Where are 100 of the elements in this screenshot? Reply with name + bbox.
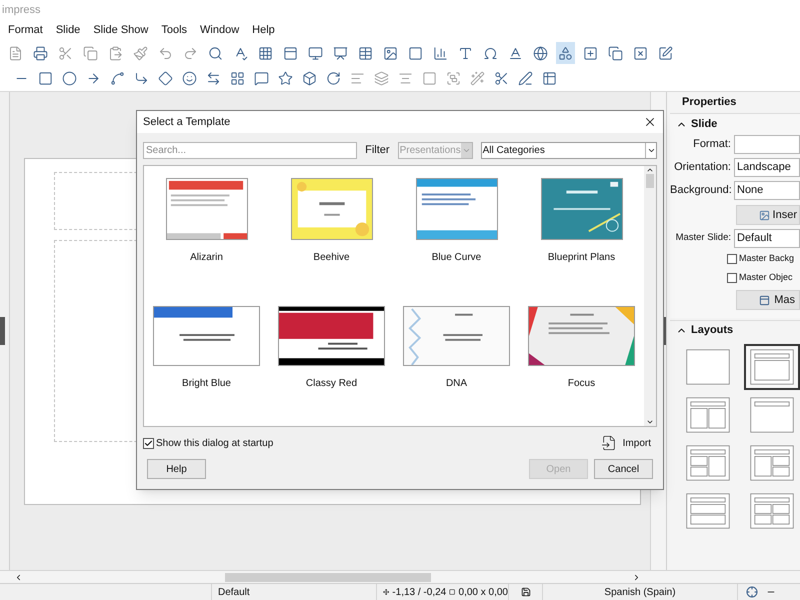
layers-icon[interactable] — [374, 71, 389, 86]
filter-label: Filter — [365, 142, 390, 158]
field-label: Master Slide: — [674, 231, 732, 246]
pen-icon[interactable] — [518, 71, 533, 86]
checkbox[interactable] — [143, 438, 154, 448]
delete-slide-icon[interactable] — [633, 46, 648, 60]
group-icon[interactable] — [446, 71, 461, 86]
menu-item[interactable]: Tools — [161, 22, 188, 38]
checkbox-label: Show this dialog at startup — [156, 436, 274, 450]
checkbox-label: Master Backg — [739, 252, 794, 265]
template-item[interactable]: Beehive — [269, 172, 394, 298]
menu-item[interactable]: Help — [252, 22, 275, 38]
search-field[interactable]: Search... — [143, 142, 358, 158]
menu-item[interactable]: Slide Show — [93, 22, 148, 38]
dropdown-field[interactable]: None — [734, 181, 800, 200]
fit-slide-icon[interactable] — [746, 586, 758, 598]
smiley-icon[interactable] — [182, 71, 197, 86]
panel-icon — [759, 294, 770, 306]
menu-item[interactable]: Format — [8, 22, 43, 38]
scroll-down-icon[interactable] — [646, 418, 654, 426]
format-field[interactable] — [734, 135, 800, 154]
cube-icon[interactable] — [302, 71, 317, 86]
chart-icon[interactable] — [433, 46, 448, 60]
grid-icon[interactable] — [258, 46, 273, 60]
scroll-left-icon[interactable] — [14, 572, 23, 582]
category-dropdown[interactable]: All Categories — [480, 142, 657, 158]
template-item[interactable]: Blueprint Plans — [519, 172, 644, 298]
pane-handle[interactable] — [0, 317, 5, 345]
section-title: Layouts — [691, 323, 734, 338]
scroll-up-icon[interactable] — [646, 166, 654, 174]
layout-option[interactable] — [744, 344, 800, 390]
template-item[interactable]: Focus — [519, 298, 644, 424]
presentation-icon[interactable] — [333, 46, 348, 60]
scrollbar-thumb[interactable] — [646, 174, 654, 188]
layout-icon — [749, 493, 795, 529]
position-icon — [383, 587, 390, 597]
redo-icon[interactable] — [183, 46, 198, 60]
slide-edit-icon[interactable] — [658, 46, 673, 60]
close-icon[interactable] — [643, 115, 657, 129]
curve-icon[interactable] — [110, 71, 125, 86]
template-item[interactable]: Classy Red — [269, 298, 394, 424]
table-icon[interactable] — [358, 46, 373, 60]
copy-icon[interactable] — [83, 46, 98, 60]
checkbox-label: Master Objec — [739, 270, 793, 284]
connector-icon[interactable] — [134, 71, 149, 86]
dropdown-field[interactable]: Default — [734, 229, 800, 248]
rectangle-icon[interactable] — [38, 71, 53, 86]
import-button[interactable]: Import — [600, 435, 657, 451]
globe-icon[interactable] — [533, 46, 548, 60]
layout-icon — [749, 397, 795, 433]
cut-icon[interactable] — [58, 46, 73, 60]
template-item[interactable]: Bright Blue — [144, 298, 269, 424]
save-icon[interactable] — [520, 587, 530, 597]
diamond-icon[interactable] — [158, 71, 173, 86]
layout-icon — [685, 397, 731, 433]
scroll-right-icon[interactable] — [632, 572, 641, 582]
search-icon[interactable] — [208, 46, 223, 60]
new-slide-icon[interactable] — [583, 46, 598, 60]
image-icon — [758, 210, 770, 220]
template-item[interactable]: Alizarin — [144, 172, 269, 298]
distribute-icon[interactable] — [398, 71, 413, 86]
checkbox[interactable] — [727, 254, 737, 264]
dialog-button[interactable]: Help — [147, 459, 206, 479]
menu-item[interactable]: Window — [200, 22, 240, 38]
dialog-button[interactable]: Cancel — [594, 459, 653, 479]
paintbrush-icon[interactable] — [133, 46, 148, 60]
rotate-icon[interactable] — [326, 71, 341, 86]
layout-icon — [749, 445, 795, 481]
scrollbar-thumb[interactable] — [225, 572, 431, 582]
undo-icon[interactable] — [158, 46, 173, 60]
flowchart-icon[interactable] — [230, 71, 245, 86]
align-icon[interactable] — [350, 71, 365, 86]
omega-icon[interactable] — [483, 46, 498, 60]
star-icon[interactable] — [278, 71, 293, 86]
dialog-title: Select a Template — [143, 114, 230, 130]
print-icon[interactable] — [33, 46, 48, 60]
shapes-icon[interactable] — [558, 46, 573, 60]
monitor-icon[interactable] — [308, 46, 323, 60]
arrow-icon[interactable] — [86, 71, 101, 86]
shadow-icon[interactable] — [422, 71, 437, 86]
ellipse-icon[interactable] — [62, 71, 77, 86]
table-icon[interactable] — [542, 71, 557, 86]
size-text: 0,00 x 0,00 — [458, 586, 508, 600]
template-item[interactable]: DNA — [394, 298, 519, 424]
image-icon[interactable] — [383, 46, 398, 60]
panel-icon[interactable] — [283, 46, 298, 60]
paste-icon[interactable] — [108, 46, 123, 60]
callout-icon[interactable] — [254, 71, 269, 86]
master-slide-button[interactable]: Mas — [736, 290, 800, 310]
menu-item[interactable]: Slide — [56, 22, 80, 38]
checkbox[interactable] — [727, 272, 737, 282]
wand-icon[interactable] — [470, 71, 485, 86]
template-item[interactable]: Blue Curve — [394, 172, 519, 298]
dropdown-field[interactable]: Landscape — [734, 158, 800, 177]
text-box-icon[interactable] — [458, 46, 473, 60]
double-arrow-icon[interactable] — [206, 71, 221, 86]
insert-image-button[interactable]: Inser — [736, 205, 800, 225]
layout-icon — [685, 445, 731, 481]
duplicate-icon[interactable] — [608, 46, 623, 60]
frame-icon[interactable] — [408, 46, 423, 60]
